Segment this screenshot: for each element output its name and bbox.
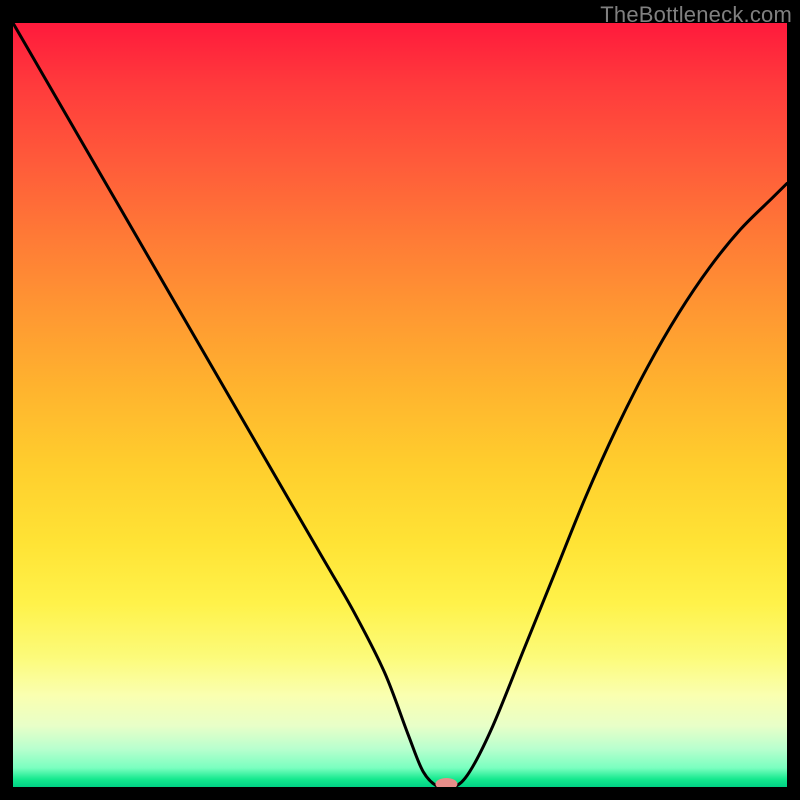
minimum-marker	[435, 778, 457, 787]
bottleneck-curve-line	[13, 23, 787, 787]
watermark-text: TheBottleneck.com	[600, 2, 792, 28]
chart-area	[13, 23, 787, 787]
chart-svg	[13, 23, 787, 787]
